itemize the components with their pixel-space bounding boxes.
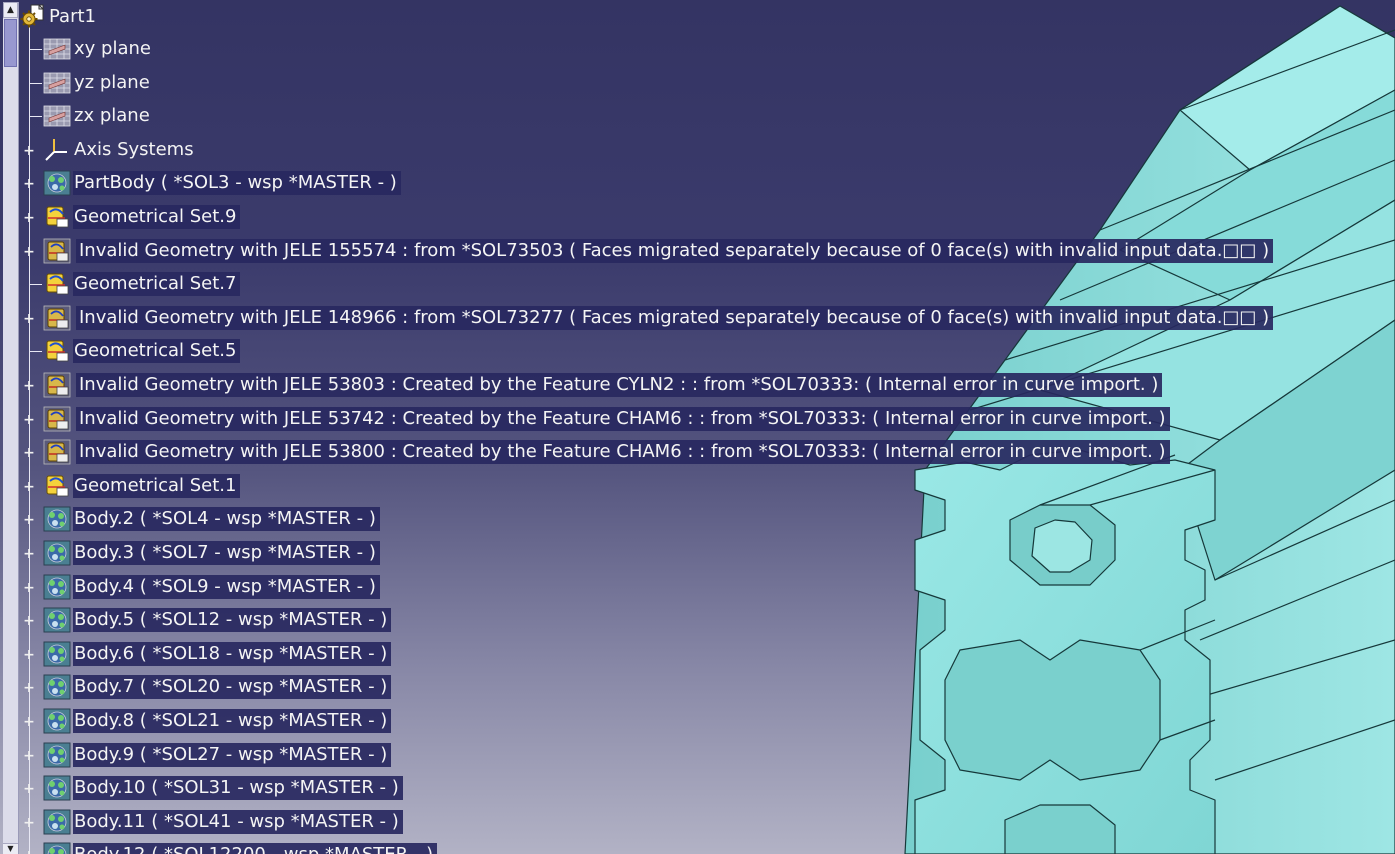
tree-node-label[interactable]: Invalid Geometry with JELE 53803 : Creat… — [76, 373, 1163, 397]
tree-node-label[interactable]: Body.7 ( *SOL20 - wsp *MASTER - ) — [73, 675, 392, 700]
tree-node-label[interactable]: Body.8 ( *SOL21 - wsp *MASTER - ) — [73, 709, 392, 733]
tree-node-label[interactable]: Invalid Geometry with JELE 155574 : from… — [76, 238, 1274, 263]
expand-plus-icon[interactable]: + — [23, 144, 35, 158]
geometrical-set-icon — [43, 204, 71, 230]
tree-node-label[interactable]: Body.10 ( *SOL31 - wsp *MASTER - ) — [73, 776, 403, 801]
tree-root-label[interactable]: Part1 — [49, 5, 96, 29]
tree-node-label[interactable]: Body.6 ( *SOL18 - wsp *MASTER - ) — [73, 641, 392, 666]
body-icon — [43, 170, 71, 196]
tree-node-label[interactable]: Geometrical Set.5 — [73, 339, 241, 364]
tree-node-label[interactable]: Geometrical Set.9 — [73, 205, 241, 229]
tree-branch-line — [29, 284, 42, 286]
tree-branch-line — [29, 116, 42, 118]
tree-node-label[interactable]: Body.2 ( *SOL4 - wsp *MASTER - ) — [73, 507, 380, 532]
scroll-thumb[interactable] — [4, 19, 17, 67]
expand-plus-icon[interactable]: + — [23, 614, 35, 628]
expand-plus-icon[interactable]: + — [23, 177, 35, 191]
tree-node-label[interactable]: Axis Systems — [73, 138, 198, 162]
plane-icon — [43, 36, 71, 62]
body-icon — [43, 540, 71, 566]
body-icon — [43, 842, 71, 854]
invalid-geometry-icon — [43, 305, 71, 331]
tree-node-label[interactable]: Body.9 ( *SOL27 - wsp *MASTER - ) — [73, 742, 392, 767]
tree-node-label[interactable]: Geometrical Set.1 — [73, 473, 241, 498]
body-icon — [43, 641, 71, 667]
invalid-geometry-icon — [43, 406, 71, 432]
tree-scrollbar[interactable]: ▲ ▼ — [3, 2, 19, 854]
axis-system-icon — [43, 137, 71, 163]
expand-plus-icon[interactable]: + — [23, 480, 35, 494]
body-icon — [43, 775, 71, 801]
body-icon — [43, 708, 71, 734]
invalid-geometry-icon — [43, 372, 71, 398]
geometrical-set-icon — [43, 473, 71, 499]
expand-plus-icon[interactable]: + — [23, 648, 35, 662]
body-icon — [43, 742, 71, 768]
tree-branch-line — [29, 351, 42, 353]
tree-node-label[interactable]: PartBody ( *SOL3 - wsp *MASTER - ) — [73, 171, 401, 196]
expand-plus-icon[interactable]: + — [23, 312, 35, 326]
tree-node-label[interactable]: Invalid Geometry with JELE 53742 : Creat… — [76, 406, 1170, 431]
tree-node-label[interactable]: Body.5 ( *SOL12 - wsp *MASTER - ) — [73, 608, 392, 633]
tree-node-label[interactable]: Body.4 ( *SOL9 - wsp *MASTER - ) — [73, 574, 380, 599]
body-icon — [43, 674, 71, 700]
body-icon — [43, 574, 71, 600]
expand-plus-icon[interactable]: + — [23, 816, 35, 830]
expand-plus-icon[interactable]: + — [23, 749, 35, 763]
scroll-down-arrow-icon[interactable]: ▼ — [3, 843, 18, 854]
specification-tree[interactable]: Part1 xy plane yz plane zx plane + Axis Syst… — [0, 0, 1395, 854]
geometrical-set-icon — [43, 271, 71, 297]
expand-plus-icon[interactable]: + — [23, 379, 35, 393]
tree-node-label[interactable]: Geometrical Set.7 — [73, 272, 241, 297]
tree-node-label[interactable]: zx plane — [73, 104, 154, 128]
tree-node-label[interactable]: Body.12 ( *SOL12200 - wsp *MASTER - ) — [73, 843, 438, 854]
expand-plus-icon[interactable]: + — [23, 715, 35, 729]
invalid-geometry-icon — [43, 238, 71, 264]
tree-branch-line — [29, 49, 42, 50]
body-icon — [43, 506, 71, 532]
tree-node-label[interactable]: Body.11 ( *SOL41 - wsp *MASTER - ) — [73, 809, 403, 834]
expand-plus-icon[interactable]: + — [23, 413, 35, 427]
tree-node-label[interactable]: xy plane — [73, 37, 155, 61]
geometrical-set-icon — [43, 338, 71, 364]
tree-branch-line — [29, 82, 42, 84]
expand-plus-icon[interactable]: + — [23, 211, 35, 225]
tree-node-label[interactable]: yz plane — [73, 71, 154, 95]
part-gear-icon — [20, 4, 45, 28]
scroll-up-arrow-icon[interactable]: ▲ — [3, 2, 18, 18]
expand-plus-icon[interactable]: + — [23, 782, 35, 796]
body-icon — [43, 607, 71, 633]
plane-icon — [43, 70, 71, 96]
invalid-geometry-icon — [43, 439, 71, 465]
3d-viewport[interactable]: Part1 xy plane yz plane zx plane + Axis Syst… — [0, 0, 1395, 854]
expand-plus-icon[interactable]: + — [23, 849, 35, 854]
expand-plus-icon[interactable]: + — [23, 446, 35, 460]
expand-plus-icon[interactable]: + — [23, 513, 35, 527]
expand-plus-icon[interactable]: + — [23, 547, 35, 561]
expand-plus-icon[interactable]: + — [23, 681, 35, 695]
plane-icon — [43, 103, 71, 129]
tree-node-label[interactable]: Invalid Geometry with JELE 148966 : from… — [76, 305, 1274, 330]
expand-plus-icon[interactable]: + — [23, 245, 35, 259]
expand-plus-icon[interactable]: + — [23, 581, 35, 595]
tree-node-label[interactable]: Body.3 ( *SOL7 - wsp *MASTER - ) — [73, 541, 380, 565]
body-icon — [43, 809, 71, 835]
tree-node-label[interactable]: Invalid Geometry with JELE 53800 : Creat… — [76, 440, 1170, 465]
